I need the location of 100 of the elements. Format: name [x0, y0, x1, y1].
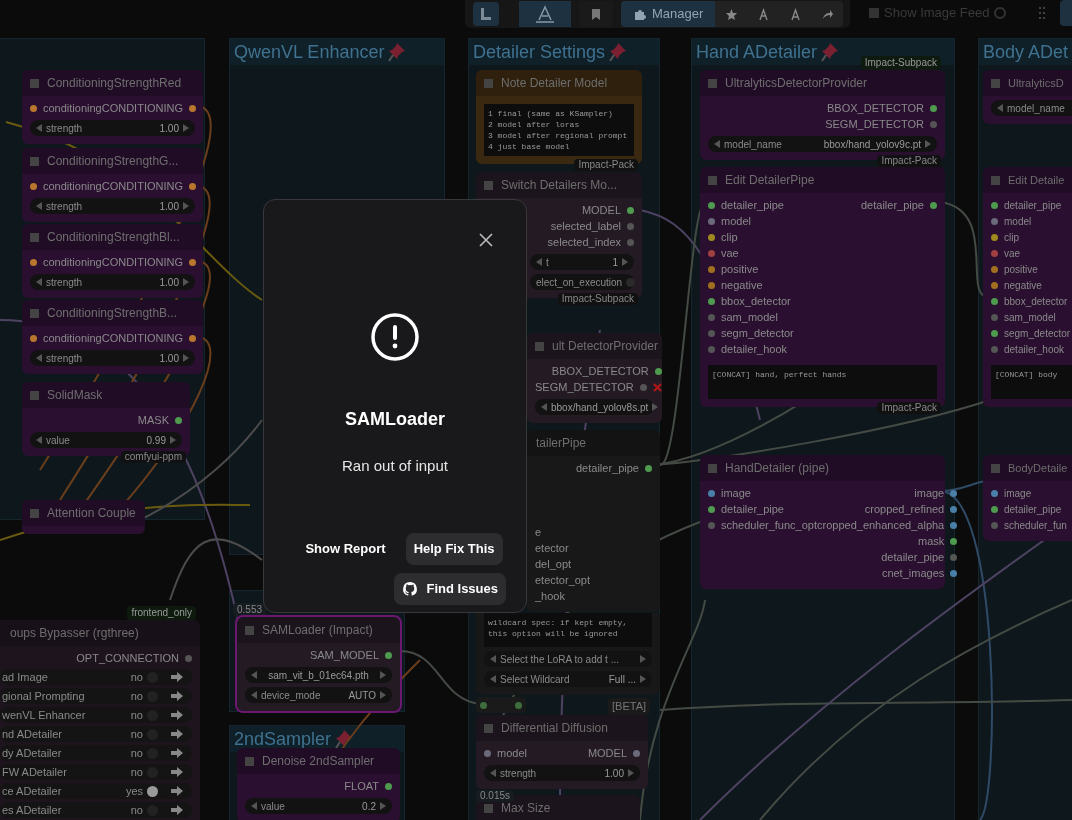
- collapse-icon[interactable]: [245, 625, 254, 635]
- right-arrow-icon[interactable]: [380, 691, 386, 699]
- node-card[interactable]: ult DetectorProvider BBOX_DETECTOR SEGM_DETECTOR bbox/hand_yolov8s.pt: [527, 333, 662, 423]
- right-arrow-icon[interactable]: [925, 140, 931, 148]
- app-button[interactable]: [519, 1, 571, 27]
- collapse-icon[interactable]: [30, 78, 39, 88]
- toggle-row[interactable]: gional Prompting no: [0, 688, 192, 704]
- widget-field[interactable]: strength 1.00: [30, 198, 195, 214]
- toggle-knob[interactable]: [626, 277, 636, 287]
- logo-button[interactable]: [473, 2, 499, 26]
- reroute-node[interactable]: [476, 697, 526, 713]
- node-card[interactable]: ConditioningStrengthBl... conditioningCONDITIONING strength 1.00: [22, 224, 203, 298]
- collapse-icon[interactable]: [484, 180, 493, 190]
- left-arrow-icon[interactable]: [490, 769, 496, 777]
- right-arrow-icon[interactable]: [628, 769, 634, 777]
- right-arrow-icon[interactable]: [183, 278, 189, 286]
- node-card[interactable]: ConditioningStrengthG... conditioningCONDITIONING strength 1.00: [22, 148, 203, 222]
- text-area[interactable]: [CONCAT] body: [991, 365, 1072, 399]
- toggle-row[interactable]: es ADetailer no: [0, 802, 192, 818]
- text-area[interactable]: 1 final (same as KSampler) 2 model after loras 3 model after regional prompt 4 just base model: [484, 104, 634, 156]
- node-card[interactable]: Edit Detaile detailer_pipe model clip vae positive negative bbox_detector sam_model segm_detector detailer_hook [CONCAT] body: [983, 167, 1072, 407]
- left-arrow-icon[interactable]: [251, 671, 257, 679]
- node-card[interactable]: wildcard spec: if kept empty, this option will be ignored Select the LoRA to add t ... Select Wildcard Full ...: [476, 613, 660, 695]
- right-arrow-icon[interactable]: [183, 124, 189, 132]
- right-arrow-icon[interactable]: [183, 354, 189, 362]
- widget-field[interactable]: Select the LoRA to add t ...: [484, 651, 652, 667]
- toggle-knob[interactable]: [147, 785, 158, 797]
- widget-field[interactable]: Select Wildcard Full ...: [484, 671, 652, 687]
- left-arrow-icon[interactable]: [536, 258, 542, 266]
- node-card[interactable]: Differential Diffusion model MODEL strength 1.00: [476, 715, 648, 789]
- left-arrow-icon[interactable]: [490, 655, 496, 663]
- left-arrow-icon[interactable]: [997, 104, 1003, 112]
- collapse-icon[interactable]: [484, 78, 493, 88]
- left-arrow-icon[interactable]: [490, 675, 496, 683]
- right-arrow-icon[interactable]: [622, 258, 628, 266]
- right-arrow-icon[interactable]: [170, 436, 176, 444]
- collapse-icon[interactable]: [535, 341, 544, 351]
- toggle-row[interactable]: dy ADetailer no: [0, 745, 192, 761]
- collapse-icon[interactable]: [30, 508, 39, 518]
- toggle-row[interactable]: ce ADetailer yes: [0, 783, 192, 799]
- left-arrow-icon[interactable]: [36, 354, 42, 362]
- collapse-icon[interactable]: [484, 723, 493, 733]
- toggle-widget[interactable]: elect_on_execution: [530, 274, 634, 290]
- close-button[interactable]: [478, 232, 494, 248]
- widget-field[interactable]: strength 1.00: [484, 765, 640, 781]
- dialog-button[interactable]: Help Fix This: [405, 532, 503, 565]
- right-arrow-icon[interactable]: [652, 403, 659, 411]
- collapse-icon[interactable]: [991, 463, 1000, 473]
- bookmark-button[interactable]: [579, 1, 613, 27]
- text-area[interactable]: [CONCAT] hand, perfect hands: [708, 365, 937, 399]
- collapse-icon[interactable]: [245, 756, 254, 766]
- node-card[interactable]: UltralyticsD model_name: [983, 70, 1072, 124]
- right-arrow-icon[interactable]: [640, 655, 646, 663]
- collapse-icon[interactable]: [484, 803, 493, 813]
- right-arrow-icon[interactable]: [183, 202, 189, 210]
- toggle-row[interactable]: wenVL Enhancer no: [0, 707, 192, 723]
- node-card[interactable]: BodyDetaile image detailer_pipe scheduler_fun: [983, 455, 1072, 541]
- left-arrow-icon[interactable]: [251, 691, 257, 699]
- widget-field[interactable]: device_mode AUTO: [245, 687, 392, 703]
- node-card[interactable]: ConditioningStrengthRed conditioningCONDITIONING strength 1.00: [22, 70, 203, 144]
- widget-field[interactable]: model_name bbox/hand_yolov9c.pt: [708, 136, 937, 152]
- toggle-row[interactable]: FW ADetailer no: [0, 764, 192, 780]
- collapse-icon[interactable]: [708, 175, 717, 185]
- collapse-icon[interactable]: [30, 308, 39, 318]
- collapse-icon[interactable]: [708, 463, 717, 473]
- collapse-icon[interactable]: [30, 390, 39, 400]
- widget-field[interactable]: strength 1.00: [30, 274, 195, 290]
- widget-field[interactable]: model_name: [991, 100, 1072, 116]
- left-arrow-icon[interactable]: [36, 124, 42, 132]
- widget-field[interactable]: t 1: [530, 254, 634, 270]
- dialog-button[interactable]: Find Issues: [394, 572, 506, 605]
- right-arrow-icon[interactable]: [380, 802, 386, 810]
- widget-field[interactable]: sam_vit_b_01ec64.pth: [245, 667, 392, 683]
- left-arrow-icon[interactable]: [714, 140, 720, 148]
- widget-field[interactable]: value 0.99: [30, 432, 182, 448]
- left-arrow-icon[interactable]: [36, 278, 42, 286]
- node-card[interactable]: Denoise 2ndSampler FLOAT value 0.2: [237, 748, 400, 820]
- widget-field[interactable]: strength 1.00: [30, 120, 195, 136]
- left-arrow-icon[interactable]: [541, 403, 547, 411]
- widget-field[interactable]: value 0.2: [245, 798, 392, 814]
- toggle-row[interactable]: nd ADetailer no: [0, 726, 192, 742]
- node-card[interactable]: SAMLoader (Impact) SAM_MODEL sam_vit_b_01ec64.pth device_mode AUTO: [237, 617, 400, 711]
- text-area[interactable]: wildcard spec: if kept empty, this option will be ignored: [484, 613, 652, 647]
- right-arrow-icon[interactable]: [380, 671, 386, 679]
- collapse-icon[interactable]: [991, 175, 1000, 185]
- node-card[interactable]: Attention Couple: [22, 500, 145, 534]
- left-arrow-icon[interactable]: [36, 436, 42, 444]
- node-card[interactable]: tailerPipe e etector del_opt etector_opt _hook detailer_pipe: [527, 430, 660, 612]
- right-arrow-icon[interactable]: [640, 675, 646, 683]
- collapse-icon[interactable]: [708, 78, 717, 88]
- collapse-icon[interactable]: [30, 232, 39, 242]
- manager-button[interactable]: Manager: [621, 1, 716, 27]
- toggle-row[interactable]: ad Image no: [0, 669, 192, 685]
- collapse-icon[interactable]: [30, 156, 39, 166]
- left-arrow-icon[interactable]: [36, 202, 42, 210]
- collapse-icon[interactable]: [991, 78, 1000, 88]
- node-card[interactable]: ConditioningStrengthB... conditioningCONDITIONING strength 1.00: [22, 300, 203, 374]
- show-report-link[interactable]: Show Report: [301, 532, 390, 565]
- widget-field[interactable]: strength 1.00: [30, 350, 195, 366]
- left-arrow-icon[interactable]: [251, 802, 257, 810]
